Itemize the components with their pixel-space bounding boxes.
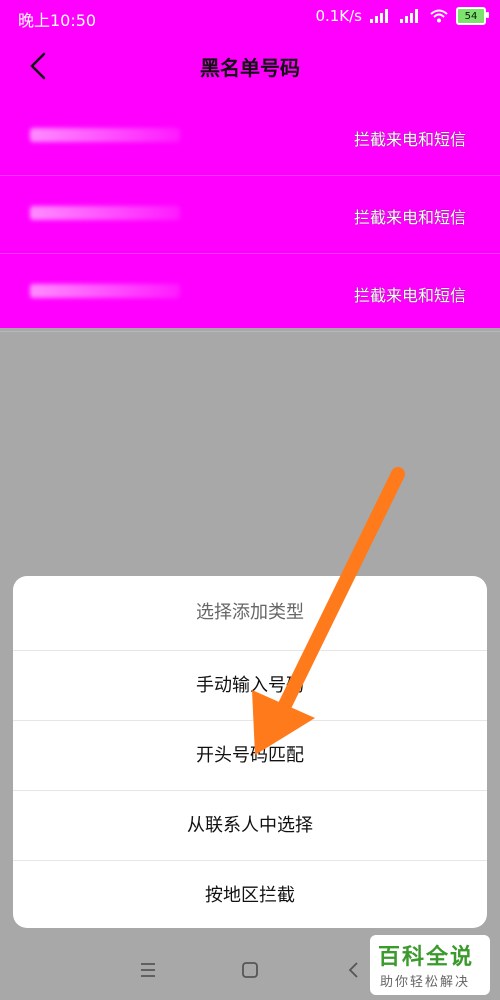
block-rule-label: 拦截来电和短信 bbox=[353, 286, 466, 305]
signal-icon bbox=[370, 9, 392, 23]
sheet-title: 选择添加类型 bbox=[13, 576, 487, 651]
option-manual-input[interactable]: 手动输入号码 bbox=[13, 651, 487, 721]
status-time: 晚上10:50 bbox=[18, 11, 97, 30]
menu-icon[interactable] bbox=[136, 960, 160, 980]
app-header: 黑名单号码 bbox=[0, 34, 500, 98]
status-icons: 0.1K/s 54 bbox=[315, 7, 489, 25]
status-bar: 晚上10:50 0.1K/s 54 bbox=[0, 0, 500, 34]
option-by-region[interactable]: 按地区拦截 bbox=[13, 861, 487, 928]
blurred-number bbox=[30, 284, 180, 298]
top-panel: 晚上10:50 0.1K/s 54 黑名单号码 拦截来电和短信 拦截来电和短信 … bbox=[0, 0, 500, 332]
home-icon[interactable] bbox=[238, 960, 262, 980]
blacklist-list: 拦截来电和短信 拦截来电和短信 拦截来电和短信 bbox=[0, 98, 500, 332]
option-prefix-match[interactable]: 开头号码匹配 bbox=[13, 721, 487, 791]
watermark-main: 百科全说 bbox=[378, 945, 475, 970]
signal-icon-2 bbox=[400, 9, 422, 23]
block-rule-label: 拦截来电和短信 bbox=[353, 208, 466, 227]
watermark-sub: 助你轻松解决 bbox=[380, 975, 471, 990]
list-item[interactable]: 拦截来电和短信 bbox=[0, 176, 500, 254]
back-nav-icon[interactable] bbox=[342, 960, 366, 980]
block-rule-label: 拦截来电和短信 bbox=[353, 130, 466, 149]
list-item[interactable]: 拦截来电和短信 bbox=[0, 254, 500, 332]
blurred-number bbox=[30, 128, 180, 142]
network-speed: 0.1K/s bbox=[315, 7, 362, 25]
list-item[interactable]: 拦截来电和短信 bbox=[0, 98, 500, 176]
add-type-sheet: 选择添加类型 手动输入号码 开头号码匹配 从联系人中选择 按地区拦截 bbox=[13, 576, 487, 928]
blurred-number bbox=[30, 206, 180, 220]
battery-icon: 54 bbox=[456, 7, 489, 25]
option-from-contacts[interactable]: 从联系人中选择 bbox=[13, 791, 487, 861]
wifi-icon bbox=[430, 9, 448, 23]
watermark-logo: 百科全说 助你轻松解决 bbox=[370, 935, 490, 995]
page-title: 黑名单号码 bbox=[200, 56, 300, 80]
